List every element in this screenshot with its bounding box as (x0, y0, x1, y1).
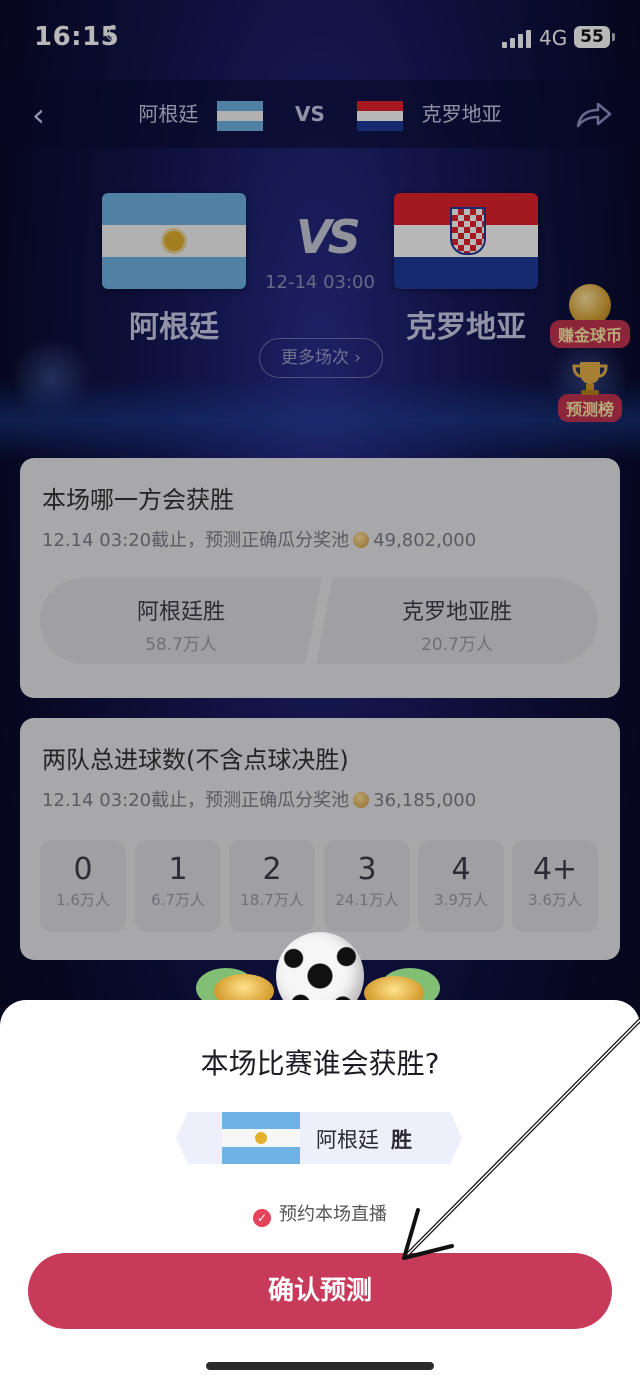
sun-icon (164, 230, 184, 251)
confirm-prediction-button[interactable]: 确认预测 (28, 1253, 612, 1329)
option-argentina-win[interactable]: 阿根廷胜 58.7万人 (40, 578, 322, 664)
goal-option-0[interactable]: 0 1.6万人 (40, 840, 126, 932)
goal-count: 3.9万人 (434, 891, 488, 909)
prediction-confirm-modal: 本场比赛谁会获胜? 阿根廷胜 ✓ 预约本场直播 确认预测 (0, 1000, 640, 1386)
deadline-text: 12.14 03:20截止，预测正确瓜分奖池 (42, 790, 350, 811)
pick-team: 阿根廷 (316, 1128, 379, 1152)
goal-label: 2 (262, 852, 282, 887)
earn-coins-button[interactable]: 赚金球币 (545, 284, 635, 348)
card-title: 本场哪一方会获胜 (42, 486, 234, 514)
more-matches-button[interactable]: 更多场次 › (259, 338, 383, 378)
team-left-name: 阿根廷 (129, 310, 219, 345)
team-right-name: 克罗地亚 (406, 310, 526, 345)
goal-label: 1 (168, 852, 188, 887)
reserve-label: 预约本场直播 (279, 1204, 387, 1225)
option-count: 58.7万人 (145, 635, 217, 655)
goal-option-2[interactable]: 2 18.7万人 (229, 840, 315, 932)
reserve-live-toggle[interactable]: ✓ 预约本场直播 (0, 1200, 640, 1227)
header-team-right: 克罗地亚 (421, 102, 502, 126)
goal-option-1[interactable]: 1 6.7万人 (135, 840, 221, 932)
header-team-left: 阿根廷 (138, 102, 199, 126)
goal-count: 3.6万人 (528, 891, 582, 909)
battery-tip (612, 33, 615, 41)
option-count: 20.7万人 (421, 635, 493, 655)
goal-label: 3 (357, 852, 377, 887)
coin-icon (353, 532, 370, 548)
moon-icon: ☾ (104, 22, 124, 47)
coin-icon (353, 792, 370, 808)
vs-logo: VS (296, 210, 361, 264)
trophy-icon (572, 362, 608, 395)
stadium-band (0, 380, 640, 460)
card-deadline: 12.14 03:20截止，预测正确瓜分奖池 49,802,000 (42, 526, 476, 552)
status-bar: 16:15 ☾ 4G 55 (0, 0, 640, 80)
winner-prediction-card: 本场哪一方会获胜 12.14 03:20截止，预测正确瓜分奖池 49,802,00… (20, 458, 620, 698)
option-croatia-win[interactable]: 克罗地亚胜 20.7万人 (316, 578, 598, 664)
goal-label: 4+ (532, 852, 578, 887)
prediction-rank-button[interactable]: 预测榜 (545, 360, 635, 422)
deadline-text: 12.14 03:20截止，预测正确瓜分奖池 (42, 530, 350, 551)
checkbox-checked-icon[interactable]: ✓ (253, 1209, 271, 1227)
share-icon[interactable] (576, 102, 612, 128)
card-deadline: 12.14 03:20截止，预测正确瓜分奖池 36,185,000 (42, 786, 476, 812)
option-label: 阿根廷胜 (136, 600, 225, 625)
home-indicator[interactable] (206, 1362, 434, 1370)
earn-coins-label: 赚金球币 (549, 320, 630, 348)
header-title: 阿根廷 VS 克罗地亚 (0, 98, 640, 131)
goal-option-4[interactable]: 4 3.9万人 (418, 840, 504, 932)
signal-icon (502, 28, 532, 48)
total-goals-card: 两队总进球数(不含点球决胜) 12.14 03:20截止，预测正确瓜分奖池 36,… (20, 718, 620, 960)
prediction-rank-label: 预测榜 (557, 394, 622, 422)
pick-text: 阿根廷胜 (316, 1124, 412, 1154)
pool-amount: 49,802,000 (373, 530, 477, 551)
header-vs: VS (295, 102, 325, 126)
croatia-shield-icon (450, 206, 486, 255)
croatia-flag-icon (357, 100, 404, 131)
pool-amount: 36,185,000 (373, 790, 477, 811)
network-type: 4G (539, 26, 568, 50)
card-title: 两队总进球数(不含点球决胜) (42, 746, 349, 774)
battery-icon: 55 (574, 26, 610, 48)
modal-title: 本场比赛谁会获胜? (200, 1047, 440, 1080)
goal-count: 6.7万人 (151, 891, 205, 909)
goal-count: 24.1万人 (335, 891, 399, 909)
argentina-flag-icon (216, 100, 263, 131)
goal-count: 18.7万人 (240, 891, 304, 909)
option-label: 克罗地亚胜 (401, 600, 512, 625)
goal-count: 1.6万人 (56, 891, 110, 909)
match-header: ‹ 阿根廷 VS 克罗地亚 (0, 80, 640, 148)
goal-option-3[interactable]: 3 24.1万人 (324, 840, 410, 932)
selected-pick: 阿根廷胜 (176, 1112, 462, 1164)
goal-option-4-plus[interactable]: 4+ 3.6万人 (512, 840, 598, 932)
goal-label: 0 (73, 852, 93, 887)
match-time: 12-14 03:00 (265, 272, 375, 293)
argentina-flag-icon (222, 1112, 300, 1164)
goal-label: 4 (451, 852, 471, 887)
pick-result: 胜 (391, 1128, 412, 1152)
